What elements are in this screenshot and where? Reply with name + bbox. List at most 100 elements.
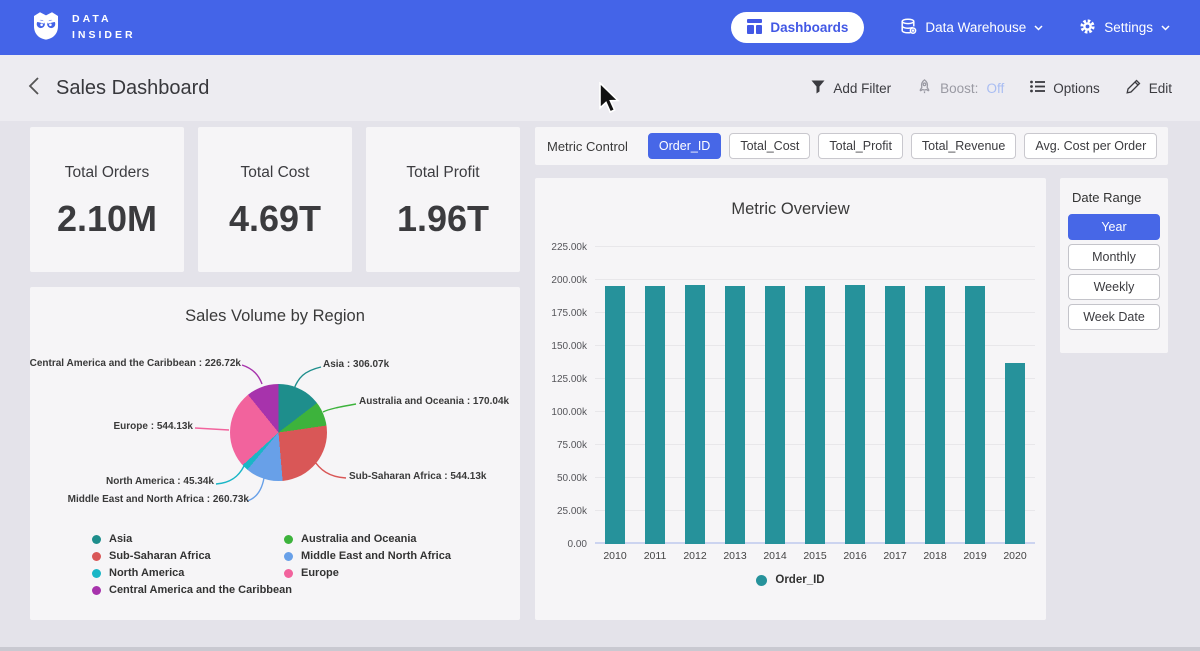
date-range-button-weekly[interactable]: Weekly xyxy=(1068,274,1160,300)
bottom-scrollbar[interactable] xyxy=(0,647,1200,651)
boost-state: Off xyxy=(986,81,1004,96)
bar-2018[interactable] xyxy=(925,286,945,544)
bar-2012[interactable] xyxy=(685,285,705,544)
bar-chart-plot xyxy=(595,247,1035,544)
bar-2014[interactable] xyxy=(765,286,785,544)
pie-legend-item-australia-and-oceania: Australia and Oceania xyxy=(284,533,451,545)
chevron-down-icon xyxy=(1034,25,1043,31)
kpi-card-total-orders: Total Orders 2.10M xyxy=(30,127,184,272)
legend-dot xyxy=(92,569,101,578)
y-tick-label: 200.00k xyxy=(535,275,587,286)
back-button[interactable] xyxy=(28,76,40,101)
nav-dashboards-button[interactable]: Dashboards xyxy=(731,12,864,43)
x-tick-label: 2017 xyxy=(875,550,915,562)
legend-label: Sub-Saharan Africa xyxy=(109,550,211,562)
legend-dot xyxy=(756,575,767,586)
date-range-button-monthly[interactable]: Monthly xyxy=(1068,244,1160,270)
metric-button-total-revenue[interactable]: Total_Revenue xyxy=(911,133,1016,159)
metric-button-order-id[interactable]: Order_ID xyxy=(648,133,721,159)
y-tick-label: 125.00k xyxy=(535,374,587,385)
kpi-card-total-profit: Total Profit 1.96T xyxy=(366,127,520,272)
metric-control-buttons: Order_ID Total_Cost Total_Profit Total_Reve… xyxy=(648,133,1157,159)
legend-label: Asia xyxy=(109,533,132,545)
date-range-card: Date Range Year Monthly Weekly Week Date xyxy=(1060,178,1168,353)
options-label: Options xyxy=(1053,81,1100,96)
metric-button-avg-cost-per-order[interactable]: Avg. Cost per Order xyxy=(1024,133,1157,159)
nav-settings[interactable]: Settings xyxy=(1079,18,1170,38)
legend-label: Middle East and North Africa xyxy=(301,550,451,562)
bar-2013[interactable] xyxy=(725,286,745,544)
metric-button-total-cost[interactable]: Total_Cost xyxy=(729,133,810,159)
y-tick-label: 75.00k xyxy=(535,440,587,451)
database-icon xyxy=(900,18,917,38)
kpi-label: Total Profit xyxy=(406,164,479,182)
bar-2010[interactable] xyxy=(605,286,625,544)
boost-toggle[interactable]: Boost: Off xyxy=(917,79,1004,97)
bar-chart-title: Metric Overview xyxy=(535,200,1046,219)
legend-dot xyxy=(284,552,293,561)
pie-chart[interactable] xyxy=(230,384,327,481)
metric-overview-card: Metric Overview 0.0025.00k50.00k75.00k10… xyxy=(535,178,1046,620)
kpi-value: 1.96T xyxy=(397,198,489,240)
chevron-down-icon xyxy=(1161,25,1170,31)
pie-legend-item-europe: Europe xyxy=(284,567,451,579)
x-tick-label: 2014 xyxy=(755,550,795,562)
bar-2016[interactable] xyxy=(845,285,865,544)
x-tick-label: 2016 xyxy=(835,550,875,562)
edit-label: Edit xyxy=(1149,81,1172,96)
pie-legend-item-north-america: North America xyxy=(92,567,292,579)
pie-legend-item-central-america-and-the-caribbean: Central America and the Caribbean xyxy=(92,584,292,596)
legend-label: Europe xyxy=(301,567,339,579)
options-button[interactable]: Options xyxy=(1030,80,1100,96)
bar-2011[interactable] xyxy=(645,286,665,544)
bar-2019[interactable] xyxy=(965,286,985,544)
legend-dot xyxy=(92,535,101,544)
edit-button[interactable]: Edit xyxy=(1126,79,1172,97)
date-range-button-year[interactable]: Year xyxy=(1068,214,1160,240)
pie-slice-label-central-america-and-the-caribbean: Central America and the Caribbean : 226.… xyxy=(30,358,241,369)
y-tick-label: 50.00k xyxy=(535,473,587,484)
pie-legend-column-2: Australia and Oceania Middle East and Nor… xyxy=(284,533,451,579)
metric-control-bar: Metric Control Order_ID Total_Cost Total_P… xyxy=(535,127,1168,165)
metric-button-total-profit[interactable]: Total_Profit xyxy=(818,133,903,159)
pie-chart-title: Sales Volume by Region xyxy=(30,307,520,326)
y-tick-label: 225.00k xyxy=(535,242,587,253)
pie-legend-item-sub-saharan-africa: Sub-Saharan Africa xyxy=(92,550,292,562)
x-tick-label: 2018 xyxy=(915,550,955,562)
y-tick-label: 0.00 xyxy=(535,539,587,550)
date-range-label: Date Range xyxy=(1072,190,1160,205)
nav-settings-label: Settings xyxy=(1104,20,1153,35)
nav-data-warehouse[interactable]: Data Warehouse xyxy=(900,18,1043,38)
x-tick-label: 2010 xyxy=(595,550,635,562)
brand: DATA INSIDER xyxy=(30,9,136,47)
pie-slice-label-sub-saharan-africa: Sub-Saharan Africa : 544.13k xyxy=(349,471,486,482)
dashboards-grid-icon xyxy=(747,19,762,37)
legend-dot xyxy=(284,535,293,544)
x-tick-label: 2012 xyxy=(675,550,715,562)
metric-control-label: Metric Control xyxy=(547,139,628,154)
date-range-button-week-date[interactable]: Week Date xyxy=(1068,304,1160,330)
page-header: Sales Dashboard Add Filter Boost: Off xyxy=(0,55,1200,121)
sales-volume-card: Sales Volume by Region Asia : 306.07kAus… xyxy=(30,287,520,620)
brand-name: DATA INSIDER xyxy=(72,12,136,44)
pie-legend-item-middle-east-and-north-africa: Middle East and North Africa xyxy=(284,550,451,562)
legend-label: North America xyxy=(109,567,184,579)
gear-icon xyxy=(1079,18,1096,38)
bar-2017[interactable] xyxy=(885,286,905,544)
legend-dot xyxy=(92,586,101,595)
kpi-value: 4.69T xyxy=(229,198,321,240)
add-filter-button[interactable]: Add Filter xyxy=(811,80,891,97)
kpi-card-total-cost: Total Cost 4.69T xyxy=(198,127,352,272)
legend-label: Australia and Oceania xyxy=(301,533,417,545)
bar-2020[interactable] xyxy=(1005,363,1025,545)
pencil-icon xyxy=(1126,79,1141,97)
x-tick-label: 2011 xyxy=(635,550,675,562)
bar-2015[interactable] xyxy=(805,286,825,544)
x-tick-label: 2015 xyxy=(795,550,835,562)
y-tick-label: 25.00k xyxy=(535,506,587,517)
top-nav: DATA INSIDER Dashboards xyxy=(0,0,1200,55)
owl-logo-icon xyxy=(30,9,62,47)
page-title: Sales Dashboard xyxy=(56,77,209,100)
rocket-icon xyxy=(917,79,932,97)
kpi-label: Total Orders xyxy=(65,164,149,182)
